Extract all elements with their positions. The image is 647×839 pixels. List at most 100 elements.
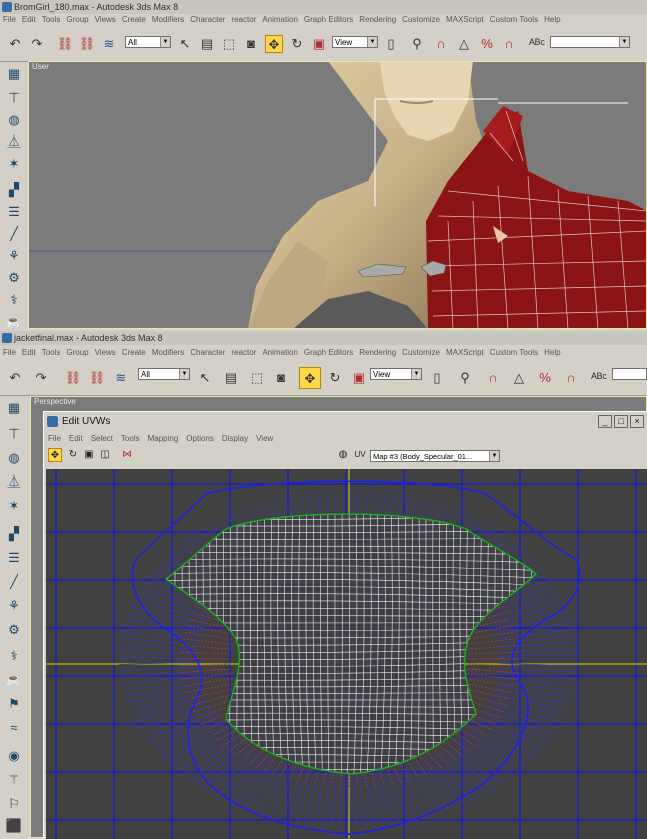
- create-box-icon[interactable]: ▦: [4, 398, 24, 418]
- camera-icon[interactable]: ⬛: [4, 816, 24, 836]
- menu-file[interactable]: File: [48, 434, 61, 443]
- snap-toggle-icon[interactable]: ∩: [432, 35, 450, 53]
- named-selection-dropdown[interactable]: [612, 368, 647, 380]
- select-and-link-icon[interactable]: ⛓: [56, 35, 74, 53]
- bone-icon[interactable]: ⚚: [4, 770, 24, 790]
- select-and-manipulate-icon[interactable]: ⚲: [456, 369, 474, 387]
- menu-tools[interactable]: Tools: [42, 348, 61, 357]
- menu-character[interactable]: Character: [190, 15, 225, 24]
- menu-create[interactable]: Create: [122, 15, 146, 24]
- menu-help[interactable]: Help: [544, 15, 560, 24]
- menu-tools[interactable]: Tools: [121, 434, 140, 443]
- map-select-dropdown[interactable]: Map #3 (Body_Specular_01... ▼: [370, 450, 500, 462]
- menu-rendering[interactable]: Rendering: [359, 15, 396, 24]
- named-selection-dropdown[interactable]: ▼: [550, 36, 630, 48]
- menu-views[interactable]: Views: [95, 15, 116, 24]
- select-and-move-icon[interactable]: ✥: [265, 35, 283, 53]
- modifier-icon[interactable]: ▞: [4, 524, 24, 544]
- helper-icon[interactable]: ⚕: [4, 290, 24, 310]
- redo-icon[interactable]: ↷: [28, 35, 46, 53]
- menu-rendering[interactable]: Rendering: [359, 348, 396, 357]
- select-and-manipulate-icon[interactable]: ⚲: [408, 35, 426, 53]
- cone-icon[interactable]: ⏅: [4, 132, 24, 152]
- menu-display[interactable]: Display: [222, 434, 248, 443]
- rotate-uv-icon[interactable]: ↻: [66, 448, 80, 462]
- edit-named-selection-icon[interactable]: ᴬᴮᶜ: [590, 369, 608, 387]
- redo-icon[interactable]: ↷: [32, 369, 50, 387]
- undo-icon[interactable]: ↶: [6, 35, 24, 53]
- menu-file[interactable]: File: [3, 15, 16, 24]
- select-by-name-icon[interactable]: ▤: [222, 369, 240, 387]
- uv-channel-toggle[interactable]: UV: [352, 448, 368, 462]
- menu-graph-editors[interactable]: Graph Editors: [304, 15, 353, 24]
- tube-icon[interactable]: ☰: [4, 202, 24, 222]
- select-and-rotate-icon[interactable]: ↻: [288, 35, 306, 53]
- particle-icon[interactable]: ⚑: [4, 694, 24, 714]
- menu-custom-tools[interactable]: Custom Tools: [490, 348, 538, 357]
- teapot-icon[interactable]: ☕: [4, 312, 24, 332]
- wave-icon[interactable]: ≈: [4, 718, 24, 738]
- cylinder-icon[interactable]: ⊤: [4, 88, 24, 108]
- cone-icon[interactable]: ⏅: [4, 472, 24, 492]
- helper-icon[interactable]: ⚕: [4, 646, 24, 666]
- settings-gear-icon[interactable]: ⚙: [4, 620, 24, 640]
- window-crossing-icon[interactable]: ◙: [272, 369, 290, 387]
- menu-customize[interactable]: Customize: [402, 15, 440, 24]
- menu-customize[interactable]: Customize: [402, 348, 440, 357]
- select-object-icon[interactable]: ↖: [176, 35, 194, 53]
- reference-coordinate-dropdown[interactable]: View ▼: [370, 368, 422, 380]
- menu-modifiers[interactable]: Modifiers: [152, 348, 184, 357]
- freeform-uv-icon[interactable]: ◫: [98, 448, 112, 462]
- spinner-snap-icon[interactable]: ∩: [562, 369, 580, 387]
- select-and-link-icon[interactable]: ⛓: [64, 369, 82, 387]
- menu-views[interactable]: Views: [95, 348, 116, 357]
- menu-options[interactable]: Options: [186, 434, 214, 443]
- selection-filter-dropdown[interactable]: All ▼: [125, 36, 171, 48]
- cylinder-icon[interactable]: ⊤: [4, 424, 24, 444]
- create-box-icon[interactable]: ▦: [4, 64, 24, 84]
- menu-select[interactable]: Select: [91, 434, 113, 443]
- paint-icon[interactable]: ⚘: [4, 596, 24, 616]
- brush-icon[interactable]: ╱: [4, 572, 24, 592]
- menu-graph-editors[interactable]: Graph Editors: [304, 348, 353, 357]
- bind-space-warp-icon[interactable]: ≋: [112, 369, 130, 387]
- menu-view[interactable]: View: [256, 434, 273, 443]
- rectangle-selection-icon[interactable]: ⬚: [248, 369, 266, 387]
- menu-help[interactable]: Help: [544, 348, 560, 357]
- select-and-scale-icon[interactable]: ▣: [310, 35, 328, 53]
- unlink-selection-icon[interactable]: ⛓: [88, 369, 106, 387]
- menu-maxscript[interactable]: MAXScript: [446, 15, 484, 24]
- menu-animation[interactable]: Animation: [262, 15, 298, 24]
- menu-custom-tools[interactable]: Custom Tools: [490, 15, 538, 24]
- menu-edit[interactable]: Edit: [69, 434, 83, 443]
- sphere-icon[interactable]: ◍: [4, 110, 24, 130]
- sphere-icon[interactable]: ◍: [4, 448, 24, 468]
- light-star-icon[interactable]: ✶: [4, 154, 24, 174]
- angle-snap-icon[interactable]: △: [510, 369, 528, 387]
- select-and-scale-icon[interactable]: ▣: [350, 369, 368, 387]
- select-and-rotate-icon[interactable]: ↻: [326, 369, 344, 387]
- reference-coordinate-dropdown[interactable]: View ▼: [332, 36, 378, 48]
- snap-toggle-icon[interactable]: ∩: [484, 369, 502, 387]
- menu-group[interactable]: Group: [66, 15, 88, 24]
- select-and-move-icon[interactable]: ✥: [299, 367, 321, 389]
- menu-reactor[interactable]: reactor: [231, 348, 256, 357]
- menu-create[interactable]: Create: [122, 348, 146, 357]
- menu-character[interactable]: Character: [190, 348, 225, 357]
- menu-edit[interactable]: Edit: [22, 348, 36, 357]
- tube-icon[interactable]: ☰: [4, 548, 24, 568]
- mirror-uv-icon[interactable]: ⋈: [120, 448, 134, 462]
- biped-icon[interactable]: ⚐: [4, 794, 24, 814]
- edit-named-selection-icon[interactable]: ᴬᴮᶜ: [528, 35, 546, 53]
- window-crossing-icon[interactable]: ◙: [242, 35, 260, 53]
- undo-icon[interactable]: ↶: [6, 369, 24, 387]
- menu-maxscript[interactable]: MAXScript: [446, 348, 484, 357]
- pivot-center-icon[interactable]: ▯: [428, 369, 446, 387]
- light-star-icon[interactable]: ✶: [4, 496, 24, 516]
- spinner-snap-icon[interactable]: ∩: [500, 35, 518, 53]
- menu-mapping[interactable]: Mapping: [148, 434, 179, 443]
- menu-reactor[interactable]: reactor: [231, 15, 256, 24]
- menu-file[interactable]: File: [3, 348, 16, 357]
- maximize-button[interactable]: □: [614, 415, 628, 428]
- modifier-icon[interactable]: ▞: [4, 180, 24, 200]
